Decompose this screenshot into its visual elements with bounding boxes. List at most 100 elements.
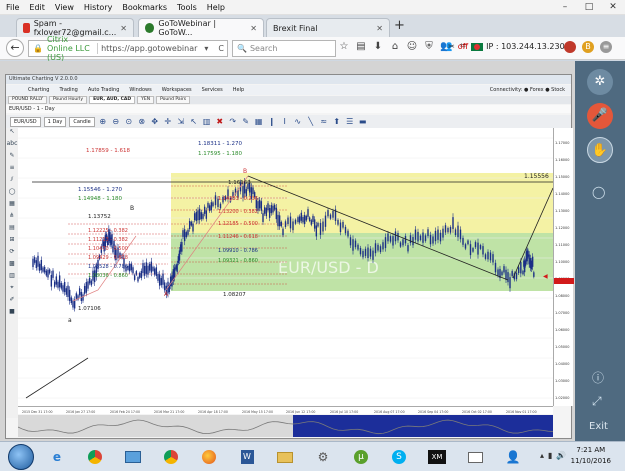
color-tool-icon[interactable]: ■ [6,308,18,320]
chart-navigator[interactable] [17,415,554,437]
start-button[interactable] [8,444,34,470]
menu-icon[interactable]: ≡ [600,41,612,53]
reload-icon[interactable]: C [215,44,227,53]
cycle-tool-icon[interactable]: ⟳ [6,248,18,260]
pen-tool-icon[interactable]: ✐ [6,296,18,308]
fib-tool-icon[interactable]: ≡ [6,164,18,176]
chart-canvas[interactable]: EUR/USD - D 1.17859 - 1.618 1.18311 - 1.27… [18,128,556,406]
chart-tab-eur-aud-cad[interactable]: EUR, AUD, CAD [89,96,136,104]
price-axis[interactable]: 1.17000 1.16000 1.15000 1.14000 1.13000 1.120… [553,128,574,406]
skype-icon[interactable]: S [382,445,416,469]
star-icon[interactable]: ☆ [338,41,350,52]
ip-indicator[interactable]: ✂ off IP : 103.244.13.230 [448,42,565,51]
menu-help[interactable]: Help [207,3,225,12]
pointer-icon[interactable]: ↖ [189,117,199,126]
brush-tool-icon[interactable]: ✎ [6,152,18,164]
chart-tab-yen[interactable]: YEN [137,96,155,104]
list-icon[interactable]: ☰ [345,117,355,126]
firefox-icon[interactable] [192,445,226,469]
chevron-down-icon[interactable]: ▾ [201,44,211,53]
close-window-button[interactable]: ✕ [601,0,625,15]
chrome-icon-2[interactable] [154,445,188,469]
settings-icon[interactable]: ⚙ [306,445,340,469]
zoom-out-icon[interactable]: ⊖ [111,117,121,126]
chrome-icon[interactable] [78,445,112,469]
redo-icon[interactable]: ↷ [228,117,238,126]
trend-icon[interactable]: ∿ [293,117,303,126]
ellipse-tool-icon[interactable]: ◯ [6,188,18,200]
crosshair-icon[interactable]: ✛ [163,117,173,126]
chart-tab-pound-rally[interactable]: POUND RALLY [8,96,47,104]
pitchfork-tool-icon[interactable]: ⋔ [6,212,18,224]
torrent-icon[interactable]: µ [344,445,378,469]
zoom-reset-icon[interactable]: ⊙ [124,117,134,126]
clock[interactable]: 7:21 AM 11/10/2016 [571,445,611,467]
symbol-select[interactable]: EUR/USD [10,116,41,127]
nudge-icon[interactable]: ⇲ [176,117,186,126]
line-icon[interactable]: ╲ [306,117,316,126]
chart-tab-pound-hourly[interactable]: Pound Hourly [49,96,88,104]
navigator-window[interactable] [293,415,553,437]
gann-tool-icon[interactable]: ⊞ [6,236,18,248]
url-text[interactable]: https://app.gotowebinar [101,44,197,53]
interval-select[interactable]: 1 Day [43,116,67,127]
paint-icon[interactable] [116,445,150,469]
bitcoin-icon[interactable]: B [582,41,594,53]
folder-icon[interactable] [268,445,302,469]
bars-icon[interactable]: ▬ [358,117,368,126]
close-tab-icon[interactable]: ✕ [250,24,257,33]
back-button[interactable]: ← [6,39,24,57]
menu-edit[interactable]: Edit [29,3,45,12]
bar-tool-icon[interactable]: ▥ [6,272,18,284]
compass-icon[interactable]: ✎ [241,117,251,126]
abc-tool-icon[interactable]: abc [6,140,18,152]
chart-type-select[interactable]: Candle [69,116,95,127]
word-icon[interactable]: W [230,445,264,469]
home-icon[interactable]: ⌂ [389,41,401,52]
zoom-fit-icon[interactable]: ⊗ [137,117,147,126]
reading-list-icon[interactable]: ▤ [355,41,367,52]
url-bar[interactable]: 🔒 Citrix Online LLC (US) https://app.got… [28,35,228,62]
menu-help-charting[interactable]: Help [233,87,244,93]
cursor-tool-icon[interactable]: ↖ [6,128,18,140]
expand-icon[interactable]: ⤢ [592,394,602,409]
extension-icon[interactable] [564,41,576,53]
menu-tools[interactable]: Tools [177,3,197,12]
download-icon[interactable]: ⬇ [372,41,384,52]
menu-charting[interactable]: Charting [28,87,49,93]
menu-view[interactable]: View [55,3,74,12]
new-tab-button[interactable]: + [394,18,405,33]
exit-button[interactable]: Exit [589,421,608,432]
menu-history[interactable]: History [84,3,112,12]
tab-gotowebinar[interactable]: GoToWebinar | GoToW... ✕ [138,18,264,37]
menu-services[interactable]: Services [202,87,223,93]
minimize-button[interactable]: – [553,0,577,15]
search-box[interactable]: 🔍 Search [232,40,336,57]
menu-trading[interactable]: Trading [59,87,77,93]
volume-icon[interactable]: 🔊 [556,451,566,460]
shield-icon[interactable]: ⛨ [423,41,435,52]
chat-bubble-icon[interactable]: ◯ [592,185,605,199]
ie-icon[interactable]: e [40,445,74,469]
close-tab-icon[interactable]: ✕ [376,24,383,33]
menu-file[interactable]: File [6,3,19,12]
grid-tool-icon[interactable]: ▦ [6,200,18,212]
chart-style-icon[interactable]: ▥ [202,117,212,126]
table-tool-icon[interactable]: ▤ [6,224,18,236]
network-icon[interactable]: ▮ [548,451,552,460]
zoom-in-icon[interactable]: ⊕ [98,117,108,126]
menu-bookmarks[interactable]: Bookmarks [122,3,167,12]
text-icon[interactable]: Ⅰ [280,117,290,126]
info-icon[interactable]: ⓘ [592,369,604,386]
menu-windows[interactable]: Windows [129,87,151,93]
tab-brexit[interactable]: Brexit Final ✕ [266,18,390,37]
calendar-icon[interactable]: ▦ [254,117,264,126]
price-chart[interactable]: EUR/USD - D 1.17859 - 1.618 1.18311 - 1.27… [18,128,556,406]
raise-hand-icon[interactable]: ✋ [587,137,613,163]
delete-icon[interactable]: ✖ [215,117,225,126]
site-identity[interactable]: Citrix Online LLC (US) [47,35,93,62]
people-icon-taskbar[interactable]: 👤 [496,445,530,469]
maximize-button[interactable]: □ [577,0,601,15]
close-tab-icon[interactable]: ✕ [120,24,127,33]
wave-icon[interactable]: ≈ [319,117,329,126]
